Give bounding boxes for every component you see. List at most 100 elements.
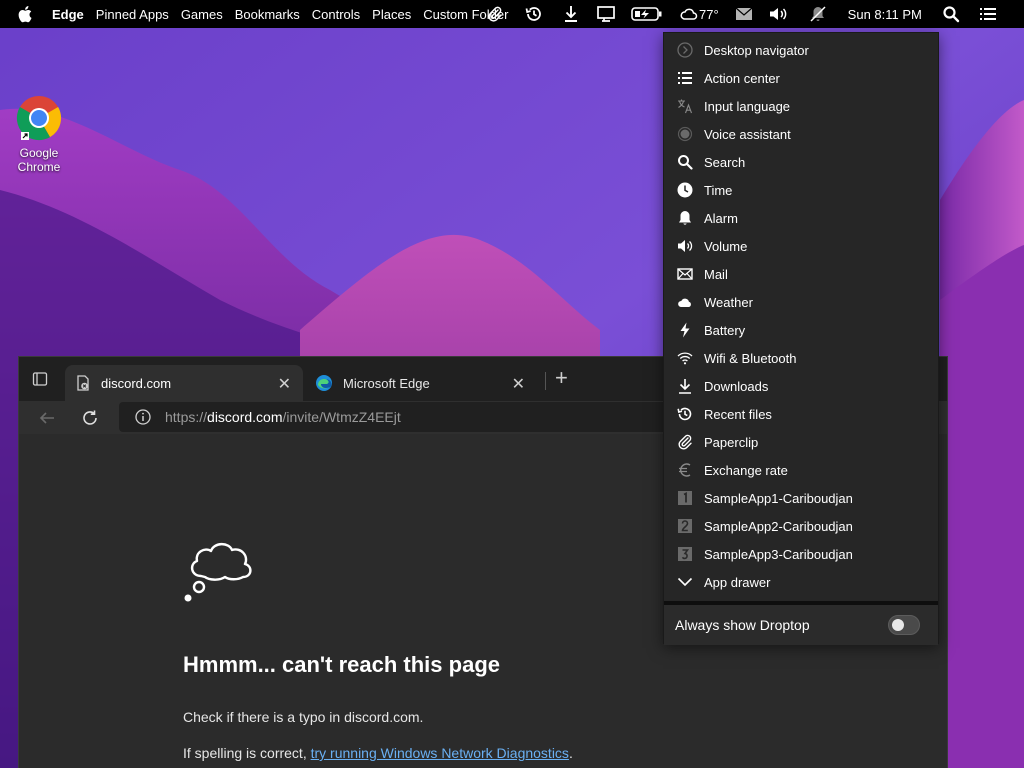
dd-item-app-drawer[interactable]: App drawer (664, 568, 938, 596)
bell-icon (677, 210, 693, 226)
top-menu-bar: Edge Pinned Apps Games Bookmarks Control… (0, 0, 1024, 28)
dd-item-label: Action center (704, 70, 780, 86)
dd-item-exchange-rate[interactable]: Exchange rate (664, 456, 938, 484)
tab-title: discord.com (101, 375, 172, 391)
cloud-icon (677, 294, 693, 310)
paperclip-icon (677, 434, 693, 450)
tab-microsoft-edge[interactable]: Microsoft Edge ✕ (311, 365, 537, 401)
bolt-icon (677, 322, 693, 338)
tablet-icon[interactable] (594, 0, 618, 28)
tab-separator (545, 372, 546, 390)
always-show-droptop-row: Always show Droptop (664, 605, 938, 645)
speaker-icon (677, 238, 693, 254)
chevron-down-icon (677, 574, 693, 590)
dd-item-sampleapp3[interactable]: SampleApp3-Cariboudjan (664, 540, 938, 568)
dd-item-label: Wifi & Bluetooth (704, 350, 797, 366)
clock-icon (677, 182, 693, 198)
list-icon (677, 70, 693, 86)
close-icon[interactable]: ✕ (278, 374, 291, 394)
menu-games[interactable]: Games (181, 7, 223, 22)
tab-title: Microsoft Edge (343, 375, 430, 391)
tab-actions-icon[interactable] (31, 370, 49, 388)
dd-item-voice-assistant[interactable]: Voice assistant (664, 120, 938, 148)
euro-icon (677, 462, 693, 478)
refresh-icon[interactable] (79, 407, 101, 429)
menu-active-app[interactable]: Edge (52, 7, 84, 22)
url-host: discord.com (207, 409, 283, 425)
paperclip-icon[interactable] (484, 0, 506, 28)
dd-item-label: Input language (704, 98, 791, 114)
always-show-droptop-toggle[interactable] (888, 615, 920, 635)
dd-item-label: Weather (704, 294, 753, 310)
error-suggestion: If spelling is correct, try running Wind… (183, 745, 573, 761)
dd-item-wifi-bluetooth[interactable]: Wifi & Bluetooth (664, 344, 938, 372)
wifi-icon (677, 350, 693, 366)
new-tab-icon[interactable]: + (555, 367, 568, 389)
search-icon (677, 154, 693, 170)
menu-clock[interactable]: Sun 8:11 PM (848, 7, 922, 22)
translate-icon (677, 98, 693, 114)
error-suggestion-prefix: If spelling is correct, (183, 745, 311, 761)
dd-item-paperclip[interactable]: Paperclip (664, 428, 938, 456)
dd-item-volume[interactable]: Volume (664, 232, 938, 260)
download-icon[interactable] (560, 0, 582, 28)
dd-item-battery[interactable]: Battery (664, 316, 938, 344)
number-2-icon (677, 518, 693, 534)
mail-icon (677, 266, 693, 282)
volume-icon[interactable] (767, 0, 789, 28)
dd-item-label: SampleApp3-Cariboudjan (704, 546, 853, 562)
dd-item-search[interactable]: Search (664, 148, 938, 176)
error-message: Check if there is a typo in discord.com. (183, 709, 424, 725)
dd-item-downloads[interactable]: Downloads (664, 372, 938, 400)
menu-places[interactable]: Places (372, 7, 411, 22)
dd-item-label: Mail (704, 266, 728, 282)
voice-dot-icon (677, 126, 693, 142)
dd-item-weather[interactable]: Weather (664, 288, 938, 316)
battery-icon[interactable] (630, 0, 664, 28)
dd-item-label: SampleApp2-Cariboudjan (704, 518, 853, 534)
dd-item-label: Desktop navigator (704, 42, 809, 58)
history-icon[interactable] (522, 0, 546, 28)
dd-item-time[interactable]: Time (664, 176, 938, 204)
menu-tray: 77° Sun 8:11 PM (484, 0, 999, 28)
mail-icon[interactable] (733, 0, 755, 28)
dd-item-label: Battery (704, 322, 746, 338)
bell-muted-icon[interactable] (807, 0, 829, 28)
dd-item-desktop-navigator[interactable]: Desktop navigator (664, 36, 938, 64)
close-icon[interactable]: ✕ (512, 374, 525, 394)
dd-item-label: Search (704, 154, 746, 170)
droptop-panel: Desktop navigator Action center Input la… (663, 32, 939, 645)
dd-item-action-center[interactable]: Action center (664, 64, 938, 92)
search-icon[interactable] (941, 0, 961, 28)
list-menu-icon[interactable] (977, 0, 999, 28)
dd-item-label: Downloads (704, 378, 769, 394)
dd-item-recent-files[interactable]: Recent files (664, 400, 938, 428)
dd-item-mail[interactable]: Mail (664, 260, 938, 288)
toggle-knob (892, 619, 904, 631)
back-arrow-icon[interactable] (36, 407, 58, 429)
weather-temperature[interactable]: 77° (699, 7, 719, 22)
dd-item-sampleapp1[interactable]: SampleApp1-Cariboudjan (664, 484, 938, 512)
number-3-icon (677, 546, 693, 562)
address-bar[interactable]: https://discord.com/invite/WtmzZ4EEjt (119, 402, 679, 432)
menu-bookmarks[interactable]: Bookmarks (235, 7, 300, 22)
dd-item-label: Time (704, 182, 733, 198)
desktop-icon-chrome[interactable]: Google Chrome (8, 94, 70, 174)
network-diagnostics-link[interactable]: try running Windows Network Diagnostics (311, 745, 569, 761)
menu-controls[interactable]: Controls (312, 7, 360, 22)
apple-logo-icon[interactable] (18, 5, 40, 23)
url-path: /invite/WtmzZ4EEjt (282, 409, 401, 425)
dd-item-label: App drawer (704, 574, 771, 590)
dd-item-label: Paperclip (704, 434, 759, 450)
tab-discord[interactable]: discord.com ✕ (65, 365, 303, 401)
url-scheme: https:// (165, 409, 208, 425)
info-icon[interactable] (135, 409, 151, 425)
dd-item-input-language[interactable]: Input language (664, 92, 938, 120)
dd-item-sampleapp2[interactable]: SampleApp2-Cariboudjan (664, 512, 938, 540)
weather-icon[interactable] (680, 0, 698, 28)
dd-item-label: Recent files (704, 406, 772, 422)
dd-item-alarm[interactable]: Alarm (664, 204, 938, 232)
menu-pinned-apps[interactable]: Pinned Apps (96, 7, 169, 22)
dd-item-label: Alarm (704, 210, 738, 226)
error-suggestion-suffix: . (568, 745, 573, 761)
